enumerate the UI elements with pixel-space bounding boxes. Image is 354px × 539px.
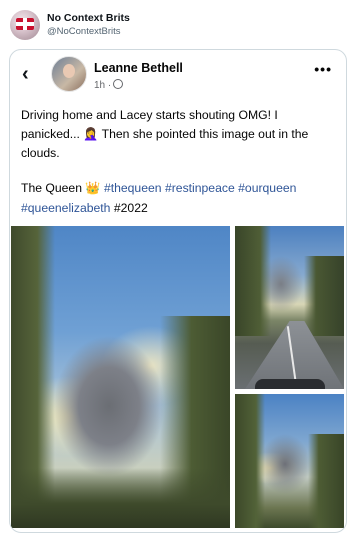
hashtag-link[interactable]: #ourqueen — [238, 181, 296, 195]
hashtag-link[interactable]: #restinpeace — [165, 181, 235, 195]
trees-right — [304, 256, 344, 336]
photo-road[interactable] — [235, 226, 344, 389]
trees-left — [235, 226, 271, 336]
author-name[interactable]: Leanne Bethell — [94, 61, 183, 75]
account-avatar[interactable] — [10, 10, 40, 40]
post-prefix: The Queen 👑 — [21, 181, 101, 195]
more-horizontal-icon[interactable]: ••• — [314, 61, 332, 77]
avatar-face — [63, 64, 75, 78]
chevron-left-icon[interactable]: ‹ — [22, 64, 42, 84]
ground — [11, 468, 230, 528]
hashtag-link[interactable]: #queenelizabeth — [21, 201, 110, 215]
post-hashtags: The Queen 👑 #thequeen #restinpeace #ourq… — [21, 178, 337, 218]
globe-icon — [113, 79, 124, 89]
author-avatar[interactable] — [51, 56, 87, 92]
facebook-post-screenshot: ‹ Leanne Bethell 1h · ••• Driving home a… — [9, 49, 347, 533]
post-text: Driving home and Lacey starts shouting O… — [21, 108, 309, 160]
account-name[interactable]: No Context Brits — [47, 12, 130, 24]
trees-left — [235, 394, 265, 528]
tweet-header: No Context Brits @NoContextBrits — [0, 0, 354, 50]
car-dashboard — [255, 379, 325, 389]
photo-cloud-closeup[interactable] — [235, 394, 344, 528]
post-suffix: #2022 — [113, 201, 148, 215]
trees-right — [308, 434, 344, 528]
union-flag-icon — [16, 18, 34, 30]
account-handle[interactable]: @NoContextBrits — [47, 26, 121, 37]
photo-cloud-main[interactable] — [11, 226, 230, 528]
hashtag-link[interactable]: #thequeen — [104, 181, 162, 195]
post-time: 1h · — [94, 80, 112, 91]
photo-grid — [10, 226, 346, 532]
post-meta: 1h · — [94, 79, 124, 91]
